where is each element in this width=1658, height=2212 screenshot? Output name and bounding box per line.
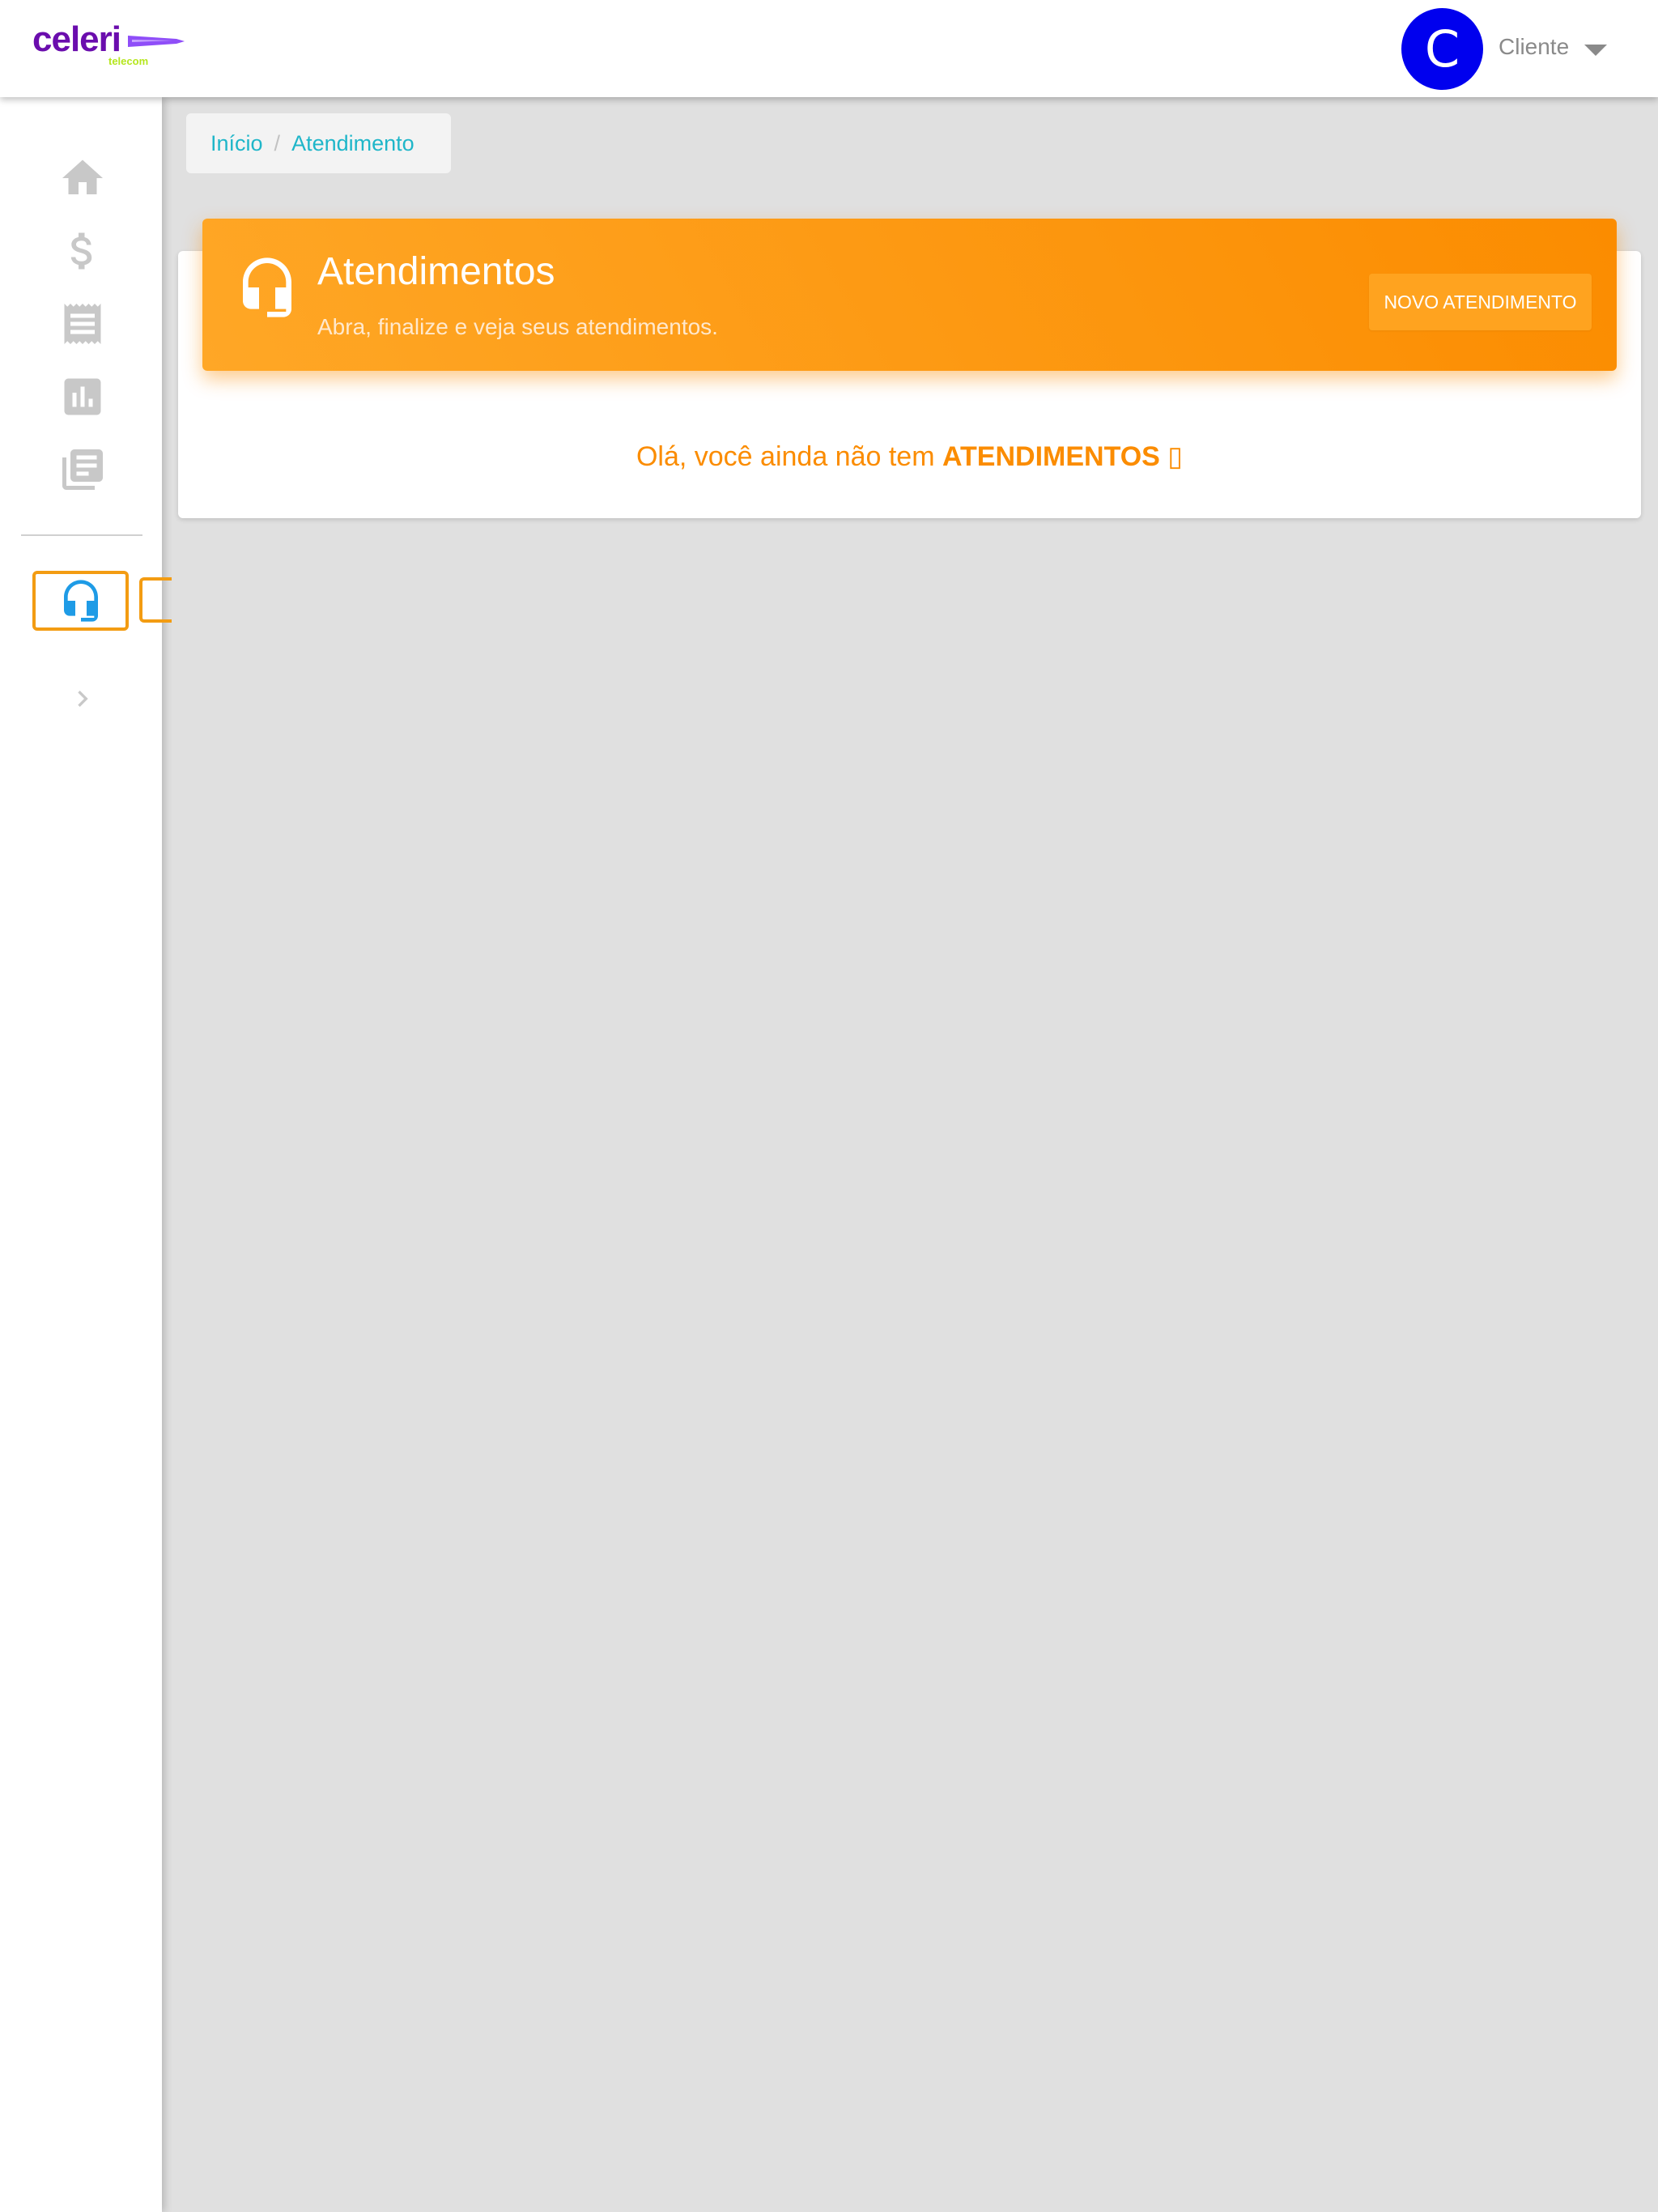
empty-state-suffix: ▯ xyxy=(1159,441,1184,472)
breadcrumb-home-link[interactable]: Início xyxy=(210,131,263,155)
avatar[interactable]: C xyxy=(1401,8,1483,90)
top-bar: celeri telecom C Cliente xyxy=(0,0,1658,97)
page-title: Atendimentos xyxy=(317,250,555,293)
sidebar-item-highlight xyxy=(139,577,172,623)
empty-state-prefix: Olá, você ainda não tem xyxy=(636,441,942,472)
library-books-icon[interactable] xyxy=(58,445,107,494)
sidebar-divider xyxy=(21,534,142,536)
headset-icon xyxy=(64,580,98,622)
bar-chart-icon[interactable] xyxy=(58,372,107,421)
receipt-icon[interactable] xyxy=(58,300,107,348)
chevron-right-icon[interactable] xyxy=(66,678,99,719)
celeri-logo[interactable]: celeri telecom xyxy=(32,19,185,68)
new-atendimento-button[interactable]: NOVO ATENDIMENTO xyxy=(1369,274,1592,330)
dollar-icon[interactable] xyxy=(58,227,107,275)
user-name[interactable]: Cliente xyxy=(1499,34,1569,60)
breadcrumb: Início / Atendimento xyxy=(186,113,451,173)
logo-streak-icon xyxy=(128,36,185,47)
empty-state-highlight: ATENDIMENTOS xyxy=(942,441,1160,472)
home-icon[interactable] xyxy=(58,154,107,202)
breadcrumb-current[interactable]: Atendimento xyxy=(291,131,414,155)
breadcrumb-separator: / xyxy=(274,131,281,155)
atendimentos-banner: Atendimentos Abra, finalize e veja seus … xyxy=(202,219,1617,371)
sidebar xyxy=(0,97,172,2212)
page-subtitle: Abra, finalize e veja seus atendimentos. xyxy=(317,314,718,339)
empty-state-message: Olá, você ainda não tem ATENDIMENTOS ▯ xyxy=(178,440,1641,473)
sidebar-item-atendimento[interactable] xyxy=(32,571,129,631)
logo-subtext: telecom xyxy=(108,55,149,67)
caret-down-icon[interactable] xyxy=(1584,45,1607,56)
headset-icon xyxy=(243,257,291,317)
logo-text: celeri xyxy=(32,19,121,59)
